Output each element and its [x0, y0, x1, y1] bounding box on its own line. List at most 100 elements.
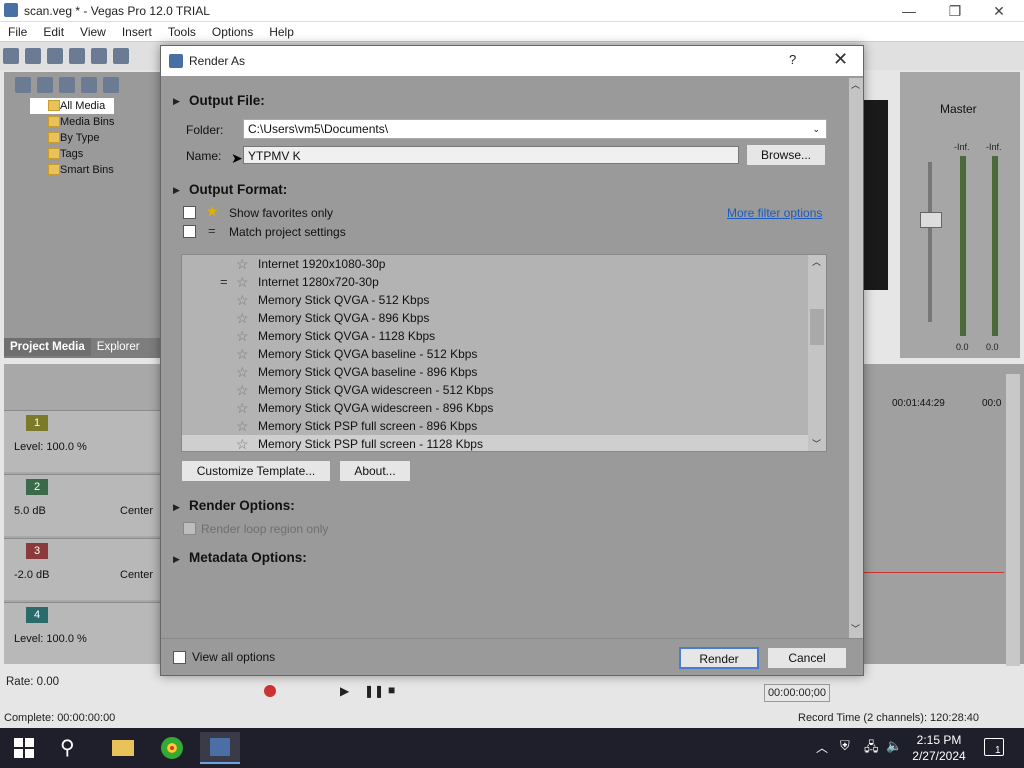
- name-field[interactable]: YTPMV K: [243, 146, 739, 164]
- new-project-icon[interactable]: [3, 48, 19, 64]
- stop-icon[interactable]: ■: [388, 683, 395, 697]
- network-icon[interactable]: 🖧: [864, 738, 879, 760]
- track-header[interactable]: 3 -2.0 dB Center: [4, 538, 164, 600]
- tab-explorer[interactable]: Explorer: [91, 338, 146, 356]
- track-volume: 5.0 dB: [14, 505, 46, 517]
- master-fader[interactable]: [920, 212, 942, 228]
- timeline-scrollbar[interactable]: [1006, 374, 1020, 666]
- chrome-icon[interactable]: [152, 732, 192, 764]
- help-button[interactable]: ?: [789, 52, 796, 67]
- star-outline-icon[interactable]: ☆: [236, 399, 249, 417]
- refresh-icon[interactable]: [81, 77, 97, 93]
- track-header[interactable]: 1 Level: 100.0 %: [4, 410, 164, 472]
- tree-item-smart-bins[interactable]: Smart Bins: [30, 162, 114, 178]
- star-outline-icon[interactable]: ☆: [236, 291, 249, 309]
- save-icon[interactable]: [47, 48, 63, 64]
- minimize-button[interactable]: —: [886, 0, 932, 22]
- star-outline-icon[interactable]: ☆: [236, 381, 249, 399]
- star-outline-icon[interactable]: ☆: [236, 327, 249, 345]
- star-outline-icon[interactable]: ☆: [236, 345, 249, 363]
- close-window-button[interactable]: ✕: [976, 0, 1022, 22]
- tree-item-media-bins[interactable]: Media Bins: [30, 114, 114, 130]
- star-outline-icon[interactable]: ☆: [236, 273, 249, 291]
- name-value: YTPMV K: [248, 149, 301, 163]
- track-header[interactable]: 2 5.0 dB Center: [4, 474, 164, 536]
- menu-help[interactable]: Help: [261, 22, 302, 39]
- tab-project-media[interactable]: Project Media: [4, 338, 91, 356]
- maximize-button[interactable]: ❐: [932, 0, 978, 22]
- windows-start-icon[interactable]: [14, 738, 34, 758]
- dialog-close-button[interactable]: ✕: [833, 49, 848, 70]
- render-button[interactable]: Render: [679, 647, 759, 669]
- star-outline-icon[interactable]: ☆: [236, 417, 249, 435]
- template-list-scrollbar[interactable]: ︿ ﹀: [808, 255, 826, 451]
- about-button[interactable]: About...: [339, 460, 411, 482]
- expand-triangle-icon[interactable]: ▶: [173, 96, 180, 107]
- star-outline-icon[interactable]: ☆: [236, 363, 249, 381]
- vegas-taskbar-icon[interactable]: [200, 732, 240, 764]
- list-item[interactable]: ☆ Memory Stick QVGA - 1128 Kbps: [182, 327, 808, 345]
- scroll-down-icon[interactable]: ﹀: [812, 437, 821, 450]
- list-item[interactable]: ☆ Memory Stick PSP full screen - 896 Kbps: [182, 417, 808, 435]
- menu-file[interactable]: File: [0, 22, 35, 39]
- tree-item-all-media[interactable]: All Media: [30, 98, 115, 114]
- cancel-button[interactable]: Cancel: [767, 647, 847, 669]
- menu-options[interactable]: Options: [204, 22, 261, 39]
- browse-button[interactable]: Browse...: [746, 144, 826, 166]
- customize-template-button[interactable]: Customize Template...: [181, 460, 331, 482]
- open-icon[interactable]: [25, 48, 41, 64]
- save-as-icon[interactable]: [69, 48, 85, 64]
- list-item[interactable]: ☆ Internet 1920x1080-30p: [182, 255, 808, 273]
- match-project-checkbox[interactable]: [183, 225, 196, 238]
- star-outline-icon[interactable]: ☆: [236, 309, 249, 327]
- tree-item-by-type[interactable]: By Type: [30, 130, 114, 146]
- list-item[interactable]: ☆ Memory Stick QVGA - 896 Kbps: [182, 309, 808, 327]
- expand-triangle-icon[interactable]: ▶: [173, 554, 180, 565]
- import-media-icon[interactable]: [15, 77, 31, 93]
- menu-insert[interactable]: Insert: [114, 22, 160, 39]
- record-icon[interactable]: [264, 685, 276, 697]
- chevron-down-icon[interactable]: ⌄: [812, 120, 820, 138]
- expand-triangle-icon[interactable]: ▶: [173, 185, 180, 196]
- search-icon[interactable]: ⚲: [60, 735, 75, 760]
- media-fx-icon[interactable]: [59, 77, 75, 93]
- capture-icon[interactable]: [37, 77, 53, 93]
- scroll-down-icon[interactable]: ﹀: [851, 622, 860, 635]
- chevron-up-icon[interactable]: ︿: [816, 739, 828, 756]
- properties-icon[interactable]: [91, 48, 107, 64]
- list-item[interactable]: ☆ Memory Stick QVGA widescreen - 896 Kbps: [182, 399, 808, 417]
- star-outline-icon[interactable]: ☆: [236, 255, 249, 273]
- render-icon[interactable]: [113, 48, 129, 64]
- folder-field[interactable]: C:\Users\vm5\Documents\ ⌄: [243, 119, 827, 139]
- list-item[interactable]: ☆ Memory Stick QVGA baseline - 896 Kbps: [182, 363, 808, 381]
- list-item[interactable]: = ☆ Internet 1280x720-30p: [182, 273, 808, 291]
- more-filter-options-link[interactable]: More filter options: [727, 206, 822, 220]
- expand-triangle-icon[interactable]: ▶: [173, 502, 180, 513]
- list-item-selected[interactable]: ☆ Memory Stick PSP full screen - 1128 Kbp…: [182, 435, 808, 451]
- scroll-thumb[interactable]: [810, 309, 824, 345]
- security-icon[interactable]: ⛨: [840, 738, 850, 754]
- track-header[interactable]: 4 Level: 100.0 %: [4, 602, 164, 664]
- pause-icon[interactable]: ❚❚: [364, 684, 384, 698]
- list-item[interactable]: ☆ Memory Stick QVGA baseline - 512 Kbps: [182, 345, 808, 363]
- system-clock[interactable]: 2:15 PM 2/27/2024: [912, 732, 966, 764]
- list-item[interactable]: ☆ Memory Stick QVGA - 512 Kbps: [182, 291, 808, 309]
- render-loop-checkbox[interactable]: [183, 522, 196, 535]
- list-item[interactable]: ☆ Memory Stick QVGA widescreen - 512 Kbps: [182, 381, 808, 399]
- volume-icon[interactable]: 🔈: [886, 738, 902, 754]
- notifications-icon[interactable]: 1: [984, 738, 1004, 756]
- taskbar: ⚲ ︿ ⛨ 🖧 🔈 2:15 PM 2/27/2024 1: [0, 728, 1024, 768]
- scroll-up-icon[interactable]: ︿: [812, 255, 821, 268]
- menu-tools[interactable]: Tools: [160, 22, 204, 39]
- scroll-up-icon[interactable]: ︿: [851, 78, 860, 91]
- menu-view[interactable]: View: [72, 22, 114, 39]
- search-icon[interactable]: [103, 77, 119, 93]
- dialog-scrollbar[interactable]: ︿ ﹀: [849, 78, 863, 638]
- play-icon[interactable]: ▶: [340, 684, 349, 698]
- file-explorer-icon[interactable]: [102, 732, 142, 764]
- menu-edit[interactable]: Edit: [35, 22, 72, 39]
- star-outline-icon[interactable]: ☆: [236, 435, 249, 451]
- tree-item-tags[interactable]: Tags: [30, 146, 114, 162]
- show-favorites-checkbox[interactable]: [183, 206, 196, 219]
- view-all-options-checkbox[interactable]: [173, 651, 186, 664]
